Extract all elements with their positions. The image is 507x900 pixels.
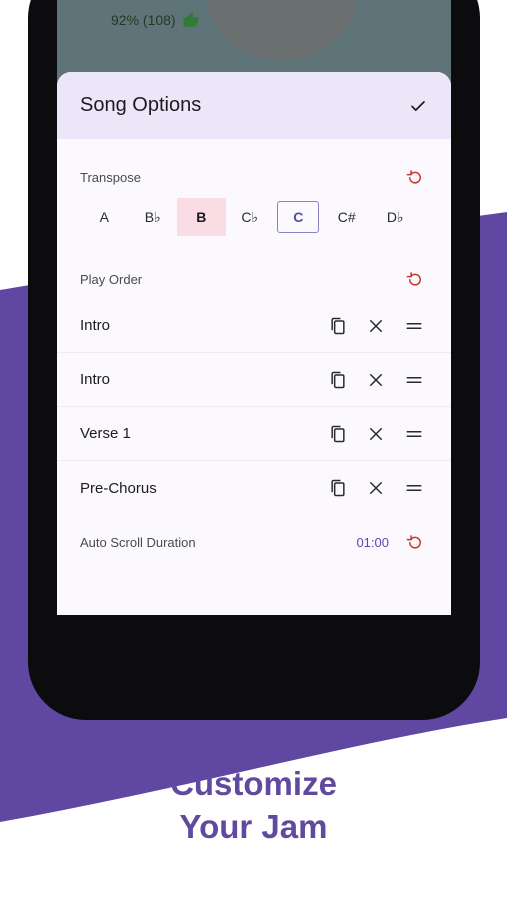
tagline-line-2: Your Jam [179,808,328,845]
play-order-list: Intro Intro Verse 1 Pre-Chorus [57,299,451,515]
key-option-original[interactable]: C [274,198,323,236]
copy-icon [331,317,345,334]
duplicate-button[interactable] [327,369,349,391]
auto-scroll-label: Auto Scroll Duration [80,534,196,550]
duplicate-button[interactable] [327,423,349,445]
rating-text: 92% (108) [111,12,176,28]
drag-handle-icon [406,430,422,437]
duplicate-button[interactable] [327,477,349,499]
album-art-blurred [207,0,357,60]
app-screen: 92% (108) Song Options Transpose A B♭ B … [57,0,451,615]
section-name: Intro [80,371,111,388]
play-order-item[interactable]: Intro [57,299,451,353]
key-option[interactable]: C# [323,198,372,236]
check-icon [411,100,425,111]
tagline-line-1: Customize [170,765,337,802]
transpose-key-selector: A B♭ B C♭ C C# D♭ [80,198,451,236]
item-actions [327,477,425,499]
drag-handle[interactable] [403,423,425,445]
play-order-item[interactable]: Intro [57,353,451,407]
reset-icon [406,170,421,184]
key-option[interactable]: A [80,198,129,236]
key-option[interactable]: C♭ [226,198,275,236]
transpose-label: Transpose [80,169,141,185]
reset-icon [406,272,421,286]
item-actions [327,369,425,391]
key-option[interactable]: D♭ [371,198,420,236]
close-icon [370,427,382,440]
drag-handle[interactable] [403,315,425,337]
key-option[interactable]: B♭ [129,198,178,236]
copy-icon [331,371,345,388]
close-icon [370,319,382,332]
play-order-reset-button[interactable] [405,269,425,289]
item-actions [327,315,425,337]
auto-scroll-controls: 01:00 [356,532,425,552]
copy-icon [331,425,345,442]
play-order-item[interactable]: Pre-Chorus [57,461,451,515]
sheet-header: Song Options [57,72,451,139]
promo-tagline: Customize Your Jam [0,762,507,848]
duplicate-button[interactable] [327,315,349,337]
copy-icon [331,479,345,497]
song-rating: 92% (108) [111,11,200,29]
reset-icon [406,535,421,549]
auto-scroll-reset-button[interactable] [405,532,425,552]
remove-button[interactable] [365,369,387,391]
key-option-selected[interactable]: B [177,198,226,236]
close-icon [370,482,382,494]
play-order-label: Play Order [80,271,143,287]
section-name: Intro [80,317,111,334]
auto-scroll-setting: Auto Scroll Duration 01:00 [57,527,451,557]
item-actions [327,423,425,445]
song-options-sheet: Song Options Transpose A B♭ B C♭ C C# D♭… [57,72,451,615]
section-name: Pre-Chorus [80,479,157,497]
drag-handle-icon [406,485,422,491]
play-order-header: Play Order [57,269,451,289]
remove-button[interactable] [365,315,387,337]
close-icon [370,373,382,386]
drag-handle[interactable] [403,369,425,391]
done-button[interactable] [407,95,429,117]
section-name: Verse 1 [80,425,131,442]
promo-page: 92% (108) Song Options Transpose A B♭ B … [0,0,507,900]
drag-handle-icon [406,322,422,329]
thumbs-up-icon [183,11,199,27]
drag-handle[interactable] [403,477,425,499]
auto-scroll-duration-value[interactable]: 01:00 [356,535,389,550]
play-order-item[interactable]: Verse 1 [57,407,451,461]
transpose-header: Transpose [57,167,451,187]
remove-button[interactable] [365,477,387,499]
transpose-reset-button[interactable] [405,167,425,187]
drag-handle-icon [406,376,422,383]
remove-button[interactable] [365,423,387,445]
sheet-title: Song Options [80,94,202,116]
